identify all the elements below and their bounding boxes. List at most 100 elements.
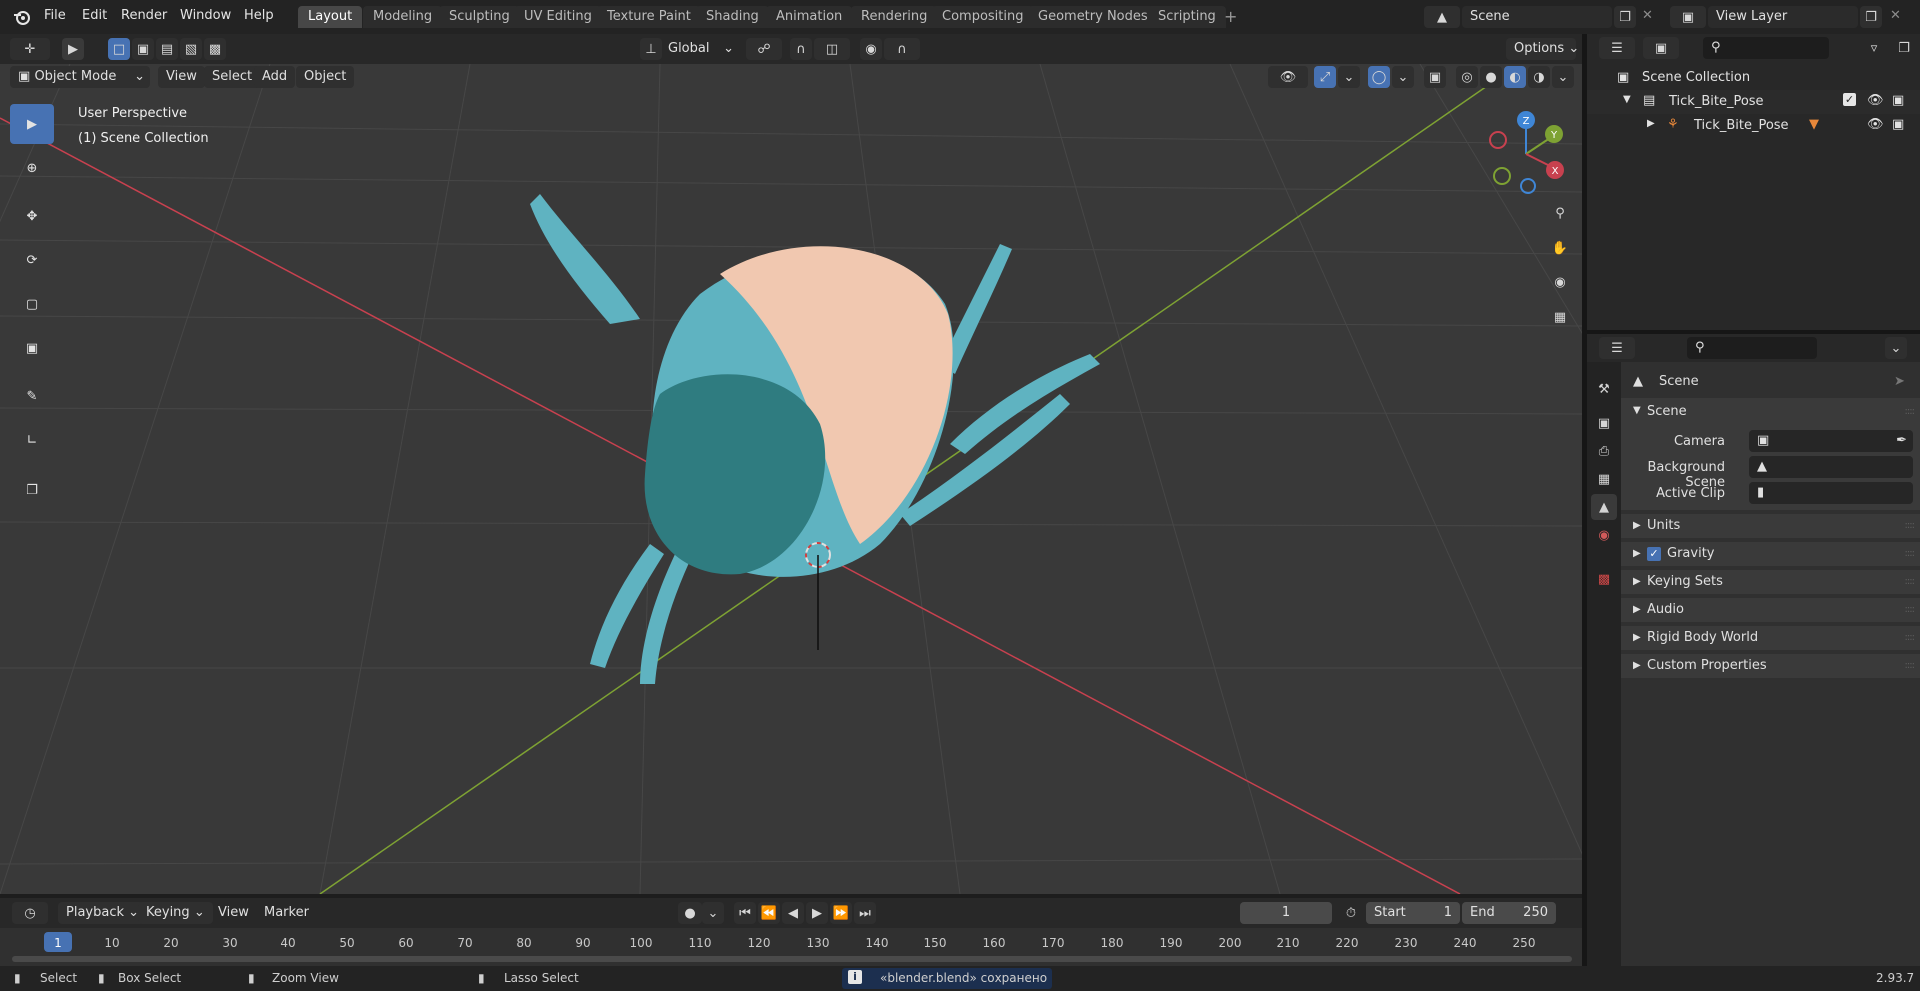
texture-tab-icon[interactable]: ▩	[1591, 566, 1617, 592]
drag-handle-icon[interactable]: ::::	[1905, 660, 1916, 671]
viewport-menu-object[interactable]: Object	[296, 66, 355, 88]
outliner-row-armature[interactable]: ▶ ⚘ Tick_Bite_Pose ▼ 👁 ▣	[1587, 114, 1920, 138]
navigation-gizmo[interactable]: Z Y X	[1478, 106, 1568, 196]
record-dropdown-icon[interactable]: ⌄	[702, 902, 724, 924]
view-layer-icon[interactable]: ▣	[1670, 6, 1706, 28]
add-workspace-icon[interactable]: +	[1224, 7, 1237, 26]
playback-menu[interactable]: Playback ⌄	[58, 902, 148, 924]
current-frame-field[interactable]: 1	[1240, 902, 1332, 924]
jump-end-icon[interactable]: ⏭	[854, 902, 876, 924]
panel-expanded-icon[interactable]: ▼	[1633, 405, 1641, 416]
mode-dropdown[interactable]: ▣ Object Mode ⌄	[10, 66, 150, 88]
start-frame-field[interactable]: Start 1	[1366, 902, 1460, 924]
scene-name-field[interactable]: Scene	[1462, 6, 1612, 28]
delete-view-layer-icon[interactable]: ✕	[1890, 8, 1901, 23]
camera-field[interactable]: ▣ ✒	[1749, 430, 1913, 452]
zoom-view-icon[interactable]: ⚲	[1547, 200, 1573, 226]
falloff-icon[interactable]: ∩	[884, 38, 920, 60]
add-cube-tool-icon[interactable]: ❐	[10, 470, 54, 510]
exclude-checkbox[interactable]: ✓	[1843, 93, 1856, 106]
play-icon[interactable]: ▶	[806, 902, 828, 924]
view-layer-tab-icon[interactable]: ▦	[1591, 466, 1617, 492]
tab-geometry-nodes[interactable]: Geometry Nodes	[1028, 6, 1158, 28]
preview-range-icon[interactable]: ⏱	[1340, 902, 1362, 924]
scale-tool-icon[interactable]: ▢	[10, 284, 54, 324]
armature-data-icon[interactable]: ▼	[1809, 117, 1819, 132]
shading-dropdown-icon[interactable]: ⌄	[1552, 66, 1574, 88]
select-new-icon[interactable]: □	[108, 38, 130, 60]
blender-logo-icon[interactable]	[12, 7, 32, 27]
outliner-row-collection[interactable]: ▼ ▤ Tick_Bite_Pose ✓ 👁 ▣	[1587, 90, 1920, 114]
snap-toggle-icon[interactable]: ∩	[790, 38, 812, 60]
delete-scene-icon[interactable]: ✕	[1642, 8, 1653, 23]
record-icon[interactable]: ●	[678, 902, 702, 924]
drag-handle-icon[interactable]: ::::	[1905, 576, 1916, 587]
audio-panel[interactable]: ▶ Audio ::::	[1621, 598, 1920, 622]
camera-render-icon[interactable]: ▣	[1892, 117, 1904, 132]
new-scene-icon[interactable]: ❐	[1614, 6, 1636, 28]
tool-tab-icon[interactable]: ⚒	[1591, 376, 1617, 402]
camera-render-icon[interactable]: ▣	[1892, 93, 1904, 108]
filter-icon[interactable]: ▿	[1857, 37, 1891, 59]
properties-options-icon[interactable]: ⌄	[1885, 337, 1907, 359]
keying-sets-panel[interactable]: ▶ Keying Sets ::::	[1621, 570, 1920, 594]
menu-file[interactable]: File	[44, 8, 66, 23]
tab-sculpting[interactable]: Sculpting	[439, 6, 520, 28]
outliner-editor-icon[interactable]: ☰	[1599, 37, 1635, 59]
timeline-editor-icon[interactable]: ◷	[12, 902, 48, 924]
select-tool-icon[interactable]: ▶	[62, 38, 84, 60]
disclosure-down-icon[interactable]: ▼	[1623, 94, 1631, 105]
rigid-body-world-panel[interactable]: ▶ Rigid Body World ::::	[1621, 626, 1920, 650]
proportional-edit-icon[interactable]: ◉	[860, 38, 882, 60]
custom-properties-panel[interactable]: ▶ Custom Properties ::::	[1621, 654, 1920, 678]
select-extend-icon[interactable]: ▣	[132, 38, 154, 60]
tab-modeling[interactable]: Modeling	[363, 6, 443, 28]
pivot-point-icon[interactable]: ☍	[746, 38, 782, 60]
transform-tool-icon[interactable]: ▣	[10, 328, 54, 368]
select-box-tool-icon[interactable]: ▶	[10, 104, 54, 144]
rendered-shading-icon[interactable]: ◑	[1528, 66, 1550, 88]
new-collection-icon[interactable]: ❐	[1893, 37, 1915, 59]
overlays-dropdown-icon[interactable]: ⌄	[1392, 66, 1414, 88]
menu-edit[interactable]: Edit	[82, 8, 107, 23]
timeline-menu-marker[interactable]: Marker	[256, 902, 317, 924]
jump-keyframe-back-icon[interactable]: ⏪	[758, 902, 780, 924]
world-tab-icon[interactable]: ◉	[1591, 522, 1617, 548]
drag-handle-icon[interactable]: ::::	[1905, 406, 1916, 417]
solid-shading-icon[interactable]: ●	[1480, 66, 1502, 88]
gravity-panel[interactable]: ▶ ✓ Gravity ::::	[1621, 542, 1920, 566]
properties-editor-icon[interactable]: ☰	[1599, 337, 1635, 359]
orientation-dropdown[interactable]: Global ⌄	[660, 38, 738, 60]
xray-toggle-icon[interactable]: ▣	[1424, 66, 1446, 88]
drag-handle-icon[interactable]: ::::	[1905, 632, 1916, 643]
units-panel[interactable]: ▶ Units ::::	[1621, 514, 1920, 538]
scene-selector-icon[interactable]: ▲	[1424, 6, 1460, 28]
pin-icon[interactable]: ➤	[1894, 374, 1905, 389]
tab-shading[interactable]: Shading	[696, 6, 769, 28]
tab-uv-editing[interactable]: UV Editing	[514, 6, 602, 28]
snap-target-icon[interactable]: ◫	[814, 38, 850, 60]
new-view-layer-icon[interactable]: ❐	[1860, 6, 1882, 28]
tab-animation[interactable]: Animation	[766, 6, 853, 28]
menu-window[interactable]: Window	[180, 8, 231, 23]
options-dropdown[interactable]: Options ⌄	[1506, 38, 1579, 60]
properties-search-input[interactable]: ⚲	[1687, 337, 1817, 359]
drag-handle-icon[interactable]: ::::	[1905, 548, 1916, 559]
viewport-menu-select[interactable]: Select	[204, 66, 261, 88]
tab-texture-paint[interactable]: Texture Paint	[597, 6, 701, 28]
drag-handle-icon[interactable]: ::::	[1905, 520, 1916, 531]
viewport-menu-view[interactable]: View	[158, 66, 205, 88]
active-clip-field[interactable]: ▮	[1749, 482, 1913, 504]
move-tool-icon[interactable]: ✥	[10, 196, 54, 236]
material-shading-icon[interactable]: ◐	[1504, 66, 1526, 88]
outliner-search-input[interactable]: ⚲	[1703, 37, 1829, 59]
select-invert-icon[interactable]: ▧	[180, 38, 202, 60]
drag-handle-icon[interactable]: ::::	[1905, 604, 1916, 615]
gizmo-dropdown-icon[interactable]: ⌄	[1338, 66, 1360, 88]
display-mode-icon[interactable]: ▣	[1643, 37, 1679, 59]
eye-icon[interactable]: 👁	[1867, 93, 1884, 108]
tab-compositing[interactable]: Compositing	[932, 6, 1034, 28]
end-frame-field[interactable]: End 250	[1462, 902, 1556, 924]
play-reverse-icon[interactable]: ◀	[782, 902, 804, 924]
eyedropper-icon[interactable]: ✒	[1896, 433, 1907, 448]
